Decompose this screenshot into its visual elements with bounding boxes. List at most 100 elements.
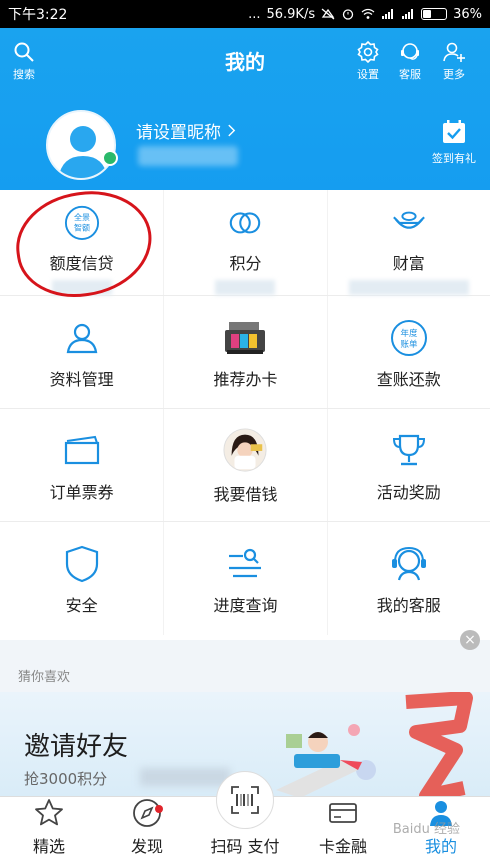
status-bar: 下午3:22 ... 56.9K/s 36% (0, 0, 490, 28)
grid-item-recommend-card[interactable]: 推荐办卡 (163, 296, 326, 408)
star-icon (35, 799, 63, 826)
network-speed: 56.9K/s (266, 6, 316, 22)
nav-card-finance[interactable]: 卡金融 (294, 797, 392, 863)
nav-label: 卡金融 (318, 837, 367, 856)
wifi-icon (361, 8, 375, 19)
card-icon (329, 803, 357, 823)
nav-label: 扫码 支付 (210, 837, 280, 856)
red-scribble-icon (405, 692, 473, 796)
quota-badge-text-1: 全景 (74, 212, 90, 222)
grid-item-quota-credit[interactable]: 全景 智额 额度信贷 (0, 190, 163, 295)
close-button[interactable]: × (460, 630, 480, 650)
obscured-account-id (138, 146, 238, 166)
grid-label: 积分 (229, 253, 262, 273)
grid-label: 订单票券 (49, 483, 114, 502)
card-printer-icon (225, 322, 266, 354)
calendar-check-icon (443, 120, 465, 143)
customer-service-button[interactable]: 客服 (398, 40, 422, 82)
signin-label: 签到有礼 (432, 152, 476, 165)
grid-row: 资料管理 推荐办卡 年度 账单 查账还款 (0, 296, 490, 409)
signin-button[interactable]: 签到有礼 (432, 118, 476, 166)
grid-label: 进度查询 (213, 596, 278, 615)
nickname-link[interactable]: 请设置昵称 (136, 118, 236, 143)
recommend-title: 猜你喜欢 (18, 670, 71, 685)
grid-label: 安全 (65, 596, 98, 615)
battery-level (423, 10, 431, 18)
profile-icon (66, 323, 97, 354)
grid-item-progress-query[interactable]: 进度查询 (163, 522, 326, 635)
search-button[interactable]: 搜索 (12, 40, 36, 82)
grid-item-wealth[interactable]: 财富 (326, 190, 490, 295)
battery-percent: 36% (453, 6, 482, 22)
nav-scan-pay[interactable]: 扫码 支付 (196, 771, 294, 863)
grid-item-bill-repay[interactable]: 年度 账单 查账还款 (326, 296, 490, 408)
shield-icon (65, 545, 98, 583)
chevron-right-icon (228, 124, 236, 137)
banner-subtitle: 抢3000积分 (24, 770, 108, 788)
settings-label: 设置 (357, 68, 379, 81)
verified-badge-icon (102, 150, 118, 166)
trophy-icon (392, 434, 425, 466)
search-icon (14, 42, 34, 62)
scan-icon (231, 786, 259, 814)
quota-badge-text-2: 智额 (74, 223, 90, 233)
grid-item-activity-rewards[interactable]: 活动奖励 (326, 409, 490, 521)
annual-bill-icon: 年度账单 (390, 320, 427, 356)
scan-button[interactable] (216, 771, 274, 829)
obscured-value (51, 279, 112, 295)
grid-row: 订单票券 我要借钱 活动奖励 (0, 409, 490, 522)
status-icons: ... 56.9K/s 36% (248, 7, 482, 22)
battery-icon (421, 8, 448, 20)
grid-label: 资料管理 (49, 370, 114, 389)
nav-featured[interactable]: 精选 (0, 797, 98, 863)
more-label: 更多 (443, 68, 465, 81)
grid-item-orders-tickets[interactable]: 订单票券 (0, 409, 163, 521)
gear-icon (357, 40, 379, 64)
grid-item-security[interactable]: 安全 (0, 522, 163, 635)
status-time: 下午3:22 (8, 7, 68, 23)
add-person-icon (443, 42, 465, 62)
signal-icon-1 (382, 9, 394, 19)
function-grid: 全景 智额 额度信贷 积分 财富 资料管理 推荐办卡 年度 账单 查账还款 订单… (0, 190, 490, 635)
notification-dot (154, 805, 163, 813)
grid-item-my-service[interactable]: 我的客服 (326, 522, 490, 635)
nickname-text: 请设置昵称 (136, 123, 221, 143)
nav-label: 精选 (32, 837, 65, 856)
points-rings-icon (230, 212, 261, 234)
rocket-illustration-icon (276, 724, 376, 796)
signal-icon-2 (402, 9, 414, 19)
grid-row: 全景 智额 额度信贷 积分 财富 (0, 190, 490, 296)
bill-badge-text-1: 年度 (400, 328, 418, 339)
settings-button[interactable]: 设置 (356, 40, 380, 82)
borrow-avatar-icon (223, 428, 267, 472)
grid-item-profile-management[interactable]: 资料管理 (0, 296, 163, 408)
more-button[interactable]: 更多 (442, 40, 466, 82)
grid-label: 活动奖励 (376, 483, 441, 502)
grid-item-borrow-money[interactable]: 我要借钱 (163, 409, 326, 521)
headset-icon (391, 546, 426, 581)
compass-icon (133, 799, 161, 827)
ticket-icon (64, 435, 99, 465)
grid-label: 我的客服 (376, 596, 441, 615)
service-label: 客服 (399, 68, 421, 81)
quota-badge-icon: 全景智额 (64, 205, 99, 240)
progress-search-icon (229, 548, 262, 578)
grid-label: 额度信贷 (49, 253, 114, 273)
alarm-icon (342, 9, 354, 20)
close-icon: × (464, 632, 476, 648)
grid-item-points[interactable]: 积分 (163, 190, 326, 295)
obscured-value (215, 279, 276, 295)
status-dots: ... (248, 6, 261, 22)
default-avatar-icon (58, 126, 108, 178)
banner-title: 邀请好友 (24, 732, 129, 762)
headset-icon (401, 43, 419, 60)
grid-label: 财富 (392, 253, 425, 273)
search-label: 搜索 (13, 68, 35, 81)
mute-icon (321, 8, 335, 20)
bill-badge-text-2: 账单 (400, 339, 418, 350)
avatar[interactable] (46, 110, 116, 180)
grid-label: 推荐办卡 (213, 370, 278, 389)
nav-discover[interactable]: 发现 (98, 797, 196, 863)
nav-label: 发现 (130, 837, 163, 856)
grid-label: 我要借钱 (213, 485, 278, 504)
